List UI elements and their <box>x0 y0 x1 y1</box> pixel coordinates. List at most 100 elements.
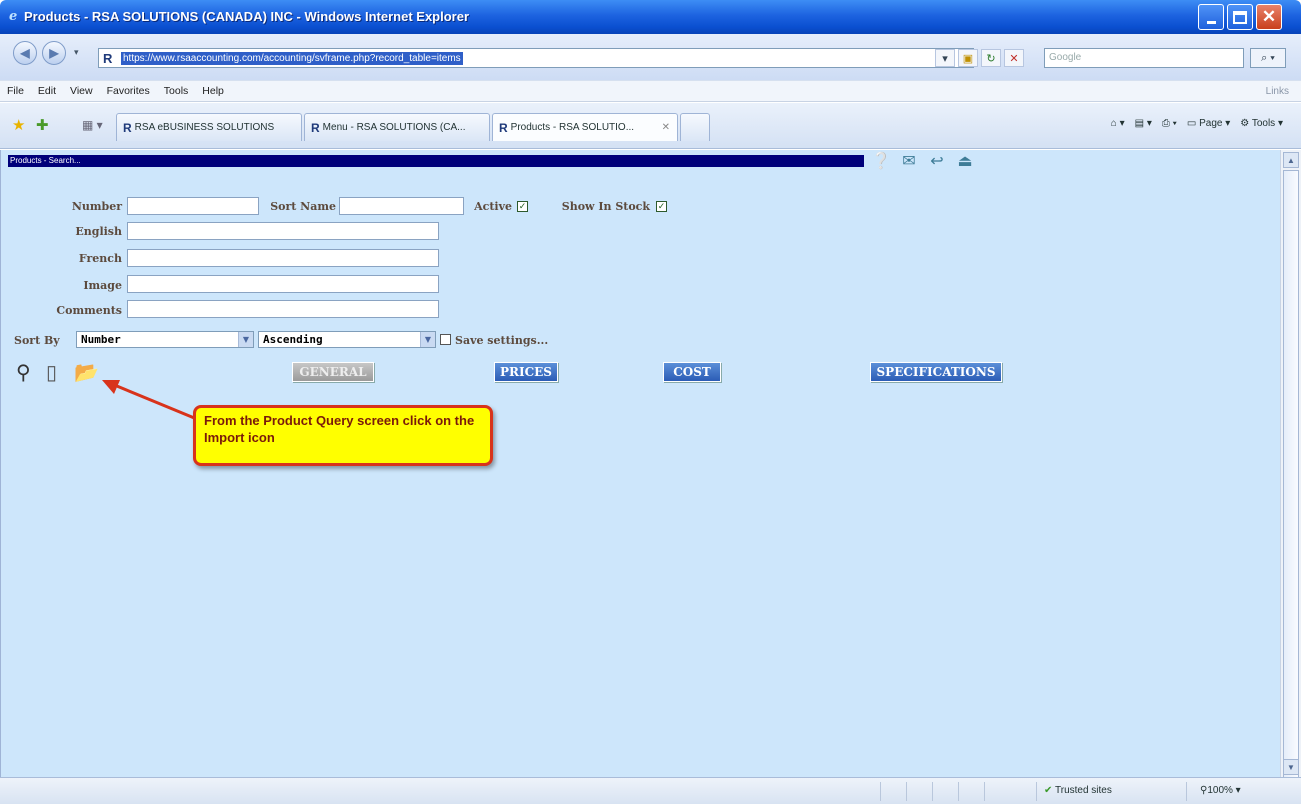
tab-close-icon[interactable]: ✕ <box>662 122 670 133</box>
address-field[interactable]: R https://www.rsaaccounting.com/accounti… <box>98 48 974 68</box>
close-button[interactable]: ✕ <box>1256 4 1282 30</box>
tab-prices[interactable]: PRICES <box>494 362 558 382</box>
tab-favicon-icon: R <box>311 120 320 135</box>
page-menu[interactable]: ▭ Page ▾ <box>1187 118 1230 129</box>
show-in-stock-checkbox[interactable]: ✓ <box>656 201 667 212</box>
scroll-up-icon[interactable]: ▲ <box>1283 152 1299 168</box>
feeds-icon[interactable]: ▤ ▾ <box>1135 118 1152 129</box>
minimize-button[interactable] <box>1198 4 1224 30</box>
number-label: Number <box>71 200 122 213</box>
tab-menu[interactable]: R Menu - RSA SOLUTIONS (CA... <box>304 113 490 141</box>
address-dropdown-icon[interactable]: ▾ <box>935 49 955 67</box>
comments-label: Comments <box>56 304 122 317</box>
favorites-star-icon[interactable]: ★ <box>12 116 25 134</box>
page-header: Products - Search... <box>8 155 864 167</box>
sort-by-label: Sort By <box>14 334 60 347</box>
french-label: French <box>78 252 122 265</box>
tab-bar: ★ ✚ ▦ ▾ R RSA eBUSINESS SOLUTIONS R Menu… <box>0 103 1301 149</box>
tab-cost[interactable]: COST <box>663 362 721 382</box>
page-content <box>0 150 1280 777</box>
menu-tools[interactable]: Tools <box>157 85 196 97</box>
comments-input[interactable] <box>127 300 439 318</box>
check-icon: ✔ <box>1044 785 1053 796</box>
search-input[interactable]: Google <box>1044 48 1244 68</box>
home-icon[interactable]: ⌂ ▾ <box>1111 118 1125 129</box>
sort-order-value: Ascending <box>263 333 323 346</box>
menu-view[interactable]: View <box>63 85 100 97</box>
status-divider <box>958 782 959 801</box>
search-button[interactable]: ⌕ ▾ <box>1250 48 1286 68</box>
tab-favicon-icon: R <box>123 120 132 135</box>
back-button[interactable]: ◀ <box>13 41 37 65</box>
print-icon[interactable]: ⎙ ▾ <box>1162 118 1177 129</box>
address-actions: ▾ ▣ ↻ ✕ <box>935 49 1024 67</box>
back-arrow-icon[interactable]: ↩ <box>924 150 950 172</box>
status-divider <box>1036 782 1037 801</box>
quick-tabs-icon[interactable]: ▦ ▾ <box>82 118 103 132</box>
tab-general[interactable]: GENERAL <box>292 362 374 382</box>
security-zone[interactable]: ✔ Trusted sites <box>1044 785 1112 796</box>
english-label: English <box>75 225 122 238</box>
menu-file[interactable]: File <box>0 85 31 97</box>
search-icon[interactable]: ⚲ <box>16 360 31 385</box>
menu-bar: File Edit View Favorites Tools Help Link… <box>0 80 1301 102</box>
recent-pages-icon[interactable]: ▾ <box>74 47 79 58</box>
menu-favorites[interactable]: Favorites <box>100 85 157 97</box>
tab-label: RSA eBUSINESS SOLUTIONS <box>134 122 275 133</box>
status-bar: ✔ Trusted sites ⚲100% ▾ <box>0 777 1301 804</box>
tab-products[interactable]: R Products - RSA SOLUTIO... ✕ <box>492 113 678 141</box>
tab-label: Products - RSA SOLUTIO... <box>510 122 635 133</box>
window-title: Products - RSA SOLUTIONS (CANADA) INC - … <box>24 9 470 24</box>
links-label[interactable]: Links <box>1266 86 1289 97</box>
help-icon[interactable]: ❔ <box>868 150 894 172</box>
forward-button[interactable]: ▶ <box>42 41 66 65</box>
add-favorite-icon[interactable]: ✚ <box>36 116 49 134</box>
menu-edit[interactable]: Edit <box>31 85 63 97</box>
menu-help[interactable]: Help <box>195 85 231 97</box>
status-divider <box>1186 782 1187 801</box>
stop-icon[interactable]: ✕ <box>1004 49 1024 67</box>
chevron-down-icon: ▼ <box>238 332 253 347</box>
callout-arrow <box>102 380 205 424</box>
status-divider <box>932 782 933 801</box>
chevron-down-icon: ▼ <box>420 332 435 347</box>
callout-note: From the Product Query screen click on t… <box>193 405 493 466</box>
french-input[interactable] <box>127 249 439 267</box>
vertical-scrollbar[interactable]: ▲ ▼ <box>1280 150 1301 782</box>
zoom-level[interactable]: ⚲100% ▾ <box>1200 785 1241 796</box>
tab-specifications[interactable]: SPECIFICATIONS <box>870 362 1002 382</box>
ie-logo-icon: e <box>9 9 18 24</box>
status-divider <box>880 782 881 801</box>
exit-icon[interactable]: ⏏ <box>952 150 978 172</box>
save-settings-checkbox[interactable] <box>440 334 451 345</box>
command-bar: ⌂ ▾ ▤ ▾ ⎙ ▾ ▭ Page ▾ ⚙ Tools ▾ <box>1111 118 1283 129</box>
image-label: Image <box>83 279 122 292</box>
image-input[interactable] <box>127 275 439 293</box>
status-divider <box>906 782 907 801</box>
maximize-button[interactable] <box>1227 4 1253 30</box>
tab-favicon-icon: R <box>499 120 508 135</box>
window-titlebar: e Products - RSA SOLUTIONS (CANADA) INC … <box>0 0 1301 34</box>
active-checkbox[interactable]: ✓ <box>517 201 528 212</box>
sort-by-select[interactable]: Number ▼ <box>76 331 254 348</box>
number-input[interactable] <box>127 197 259 215</box>
lock-icon[interactable]: ▣ <box>958 49 978 67</box>
save-settings-label: Save settings... <box>455 334 549 347</box>
refresh-icon[interactable]: ↻ <box>981 49 1001 67</box>
scroll-thumb[interactable] <box>1283 170 1299 782</box>
email-help-icon[interactable]: ✉ <box>896 150 922 172</box>
tools-menu[interactable]: ⚙ Tools ▾ <box>1240 118 1283 129</box>
new-tab-button[interactable] <box>680 113 710 141</box>
new-record-icon[interactable]: ▯ <box>46 360 57 385</box>
tab-rsa-ebusiness[interactable]: R RSA eBUSINESS SOLUTIONS <box>116 113 302 141</box>
scroll-down-icon[interactable]: ▼ <box>1283 759 1299 775</box>
site-favicon-icon: R <box>103 51 113 66</box>
active-label: Active <box>474 200 512 213</box>
header-icons: ❔ ✉ ↩ ⏏ <box>868 150 978 172</box>
english-input[interactable] <box>127 222 439 240</box>
tab-label: Menu - RSA SOLUTIONS (CA... <box>322 122 466 133</box>
show-in-stock-label: Show In Stock <box>561 200 650 213</box>
sort-by-value: Number <box>81 333 121 346</box>
sort-order-select[interactable]: Ascending ▼ <box>258 331 436 348</box>
sort-name-input[interactable] <box>339 197 464 215</box>
